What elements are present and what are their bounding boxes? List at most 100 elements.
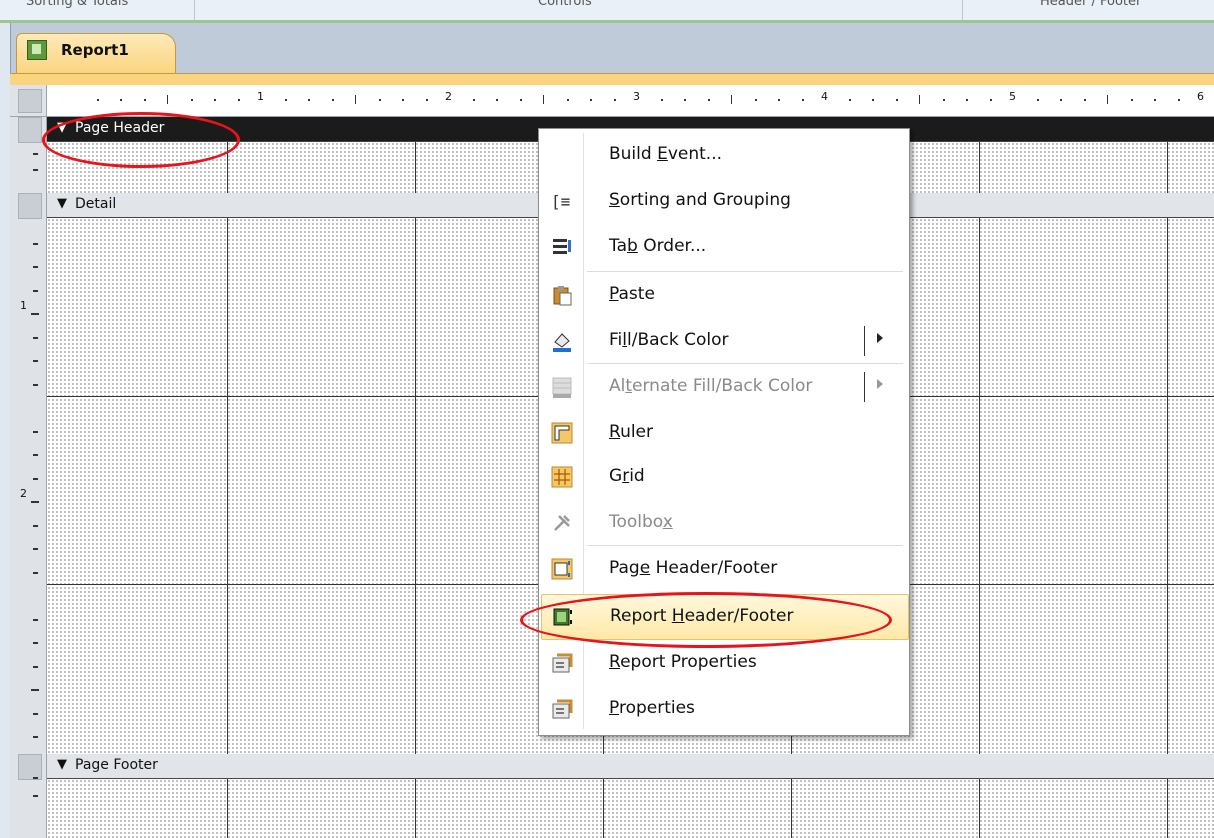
ruler-tick bbox=[402, 99, 404, 101]
ruler-tick bbox=[308, 99, 310, 101]
ribbon-separator bbox=[194, 0, 195, 20]
ruler-tick bbox=[237, 99, 240, 101]
ruler-tick bbox=[519, 99, 522, 101]
ruler-tick bbox=[33, 795, 38, 797]
vertical-ruler[interactable]: 12 bbox=[10, 117, 47, 838]
menu-item-properties[interactable]: Properties bbox=[541, 687, 907, 731]
menu-item-label: Sorting and Grouping bbox=[609, 190, 791, 210]
alternate-fill-icon bbox=[551, 376, 573, 398]
menu-item-label: Grid bbox=[609, 466, 645, 486]
ruler-half-tick bbox=[1107, 95, 1108, 104]
ruler-tick bbox=[214, 99, 216, 101]
ruler-number: 1 bbox=[20, 299, 27, 312]
ruler-tick bbox=[33, 360, 38, 362]
section-selector-detail[interactable] bbox=[18, 193, 42, 219]
menu-item-sorting-and-grouping[interactable]: [≡ Sorting and Grouping bbox=[541, 179, 907, 223]
ruler-number: 3 bbox=[633, 90, 640, 103]
ruler-tick bbox=[848, 99, 851, 101]
ruler-tick bbox=[1154, 99, 1156, 101]
menu-item-label: Toolbox bbox=[609, 512, 673, 532]
ruler-tick bbox=[33, 571, 38, 574]
collapse-arrow-icon: ▼ bbox=[57, 196, 67, 211]
report-selector-box[interactable] bbox=[18, 89, 42, 113]
tab-report1[interactable]: Report1 bbox=[16, 33, 176, 74]
menu-item-label: Paste bbox=[609, 284, 655, 304]
ruler-tick bbox=[496, 99, 498, 101]
section-selector-page-footer[interactable] bbox=[18, 754, 42, 780]
menu-separator bbox=[587, 363, 903, 364]
ruler-tick bbox=[33, 430, 38, 433]
menu-item-paste[interactable]: Paste bbox=[541, 273, 907, 317]
ruler-half-tick bbox=[31, 501, 39, 503]
ruler-tick bbox=[778, 99, 780, 101]
ruler-number: 5 bbox=[1009, 90, 1016, 103]
ruler-tick bbox=[33, 665, 38, 668]
ribbon-group-controls: Controls bbox=[538, 0, 592, 9]
ruler-tick bbox=[872, 99, 874, 101]
menu-item-label: Properties bbox=[609, 698, 695, 718]
ruler-number: 2 bbox=[445, 90, 452, 103]
annotation-ring-report-header-footer bbox=[520, 592, 892, 648]
fill-color-icon bbox=[551, 330, 573, 352]
ruler-half-tick bbox=[355, 95, 356, 104]
menu-item-grid[interactable]: Grid bbox=[541, 455, 907, 499]
section-selector-page-header[interactable] bbox=[18, 117, 42, 143]
submenu-divider bbox=[864, 326, 865, 356]
ruler-half-tick bbox=[31, 689, 39, 691]
menu-item-label: Alternate Fill/Back Color bbox=[609, 376, 813, 396]
report-icon bbox=[27, 40, 47, 60]
submenu-arrow-icon[interactable] bbox=[877, 333, 883, 343]
grid-icon bbox=[551, 466, 573, 488]
ruler-tick bbox=[33, 169, 38, 171]
ruler-number: 6 bbox=[1197, 90, 1204, 103]
ruler-tick bbox=[33, 736, 38, 738]
paste-icon bbox=[551, 284, 573, 306]
menu-item-fill-back-color[interactable]: Fill/Back Color bbox=[541, 319, 907, 363]
collapse-arrow-icon: ▼ bbox=[57, 757, 67, 772]
report-selector[interactable] bbox=[10, 85, 47, 117]
ruler-tick bbox=[895, 99, 898, 101]
annotation-ring-page-header bbox=[42, 112, 240, 168]
sorting-grouping-icon: [≡ bbox=[551, 190, 573, 212]
ruler-tick bbox=[331, 99, 334, 101]
ruler-icon bbox=[551, 422, 573, 444]
ruler-tick bbox=[143, 99, 146, 101]
ruler-tick bbox=[989, 99, 992, 101]
menu-item-tab-order[interactable]: Tab Order... bbox=[541, 225, 907, 269]
menu-item-toolbox: Toolbox bbox=[541, 501, 907, 545]
ruler-tick bbox=[966, 99, 968, 101]
section-bar-page-footer[interactable]: ▼ Page Footer bbox=[47, 754, 1214, 779]
ruler-tick bbox=[33, 524, 38, 527]
ruler-tick bbox=[33, 266, 38, 268]
ruler-tick bbox=[190, 99, 193, 101]
page-footer-grid[interactable] bbox=[47, 779, 1214, 838]
ruler-tick bbox=[684, 99, 686, 101]
menu-item-label: Page Header/Footer bbox=[609, 558, 778, 578]
ribbon-separator bbox=[962, 0, 963, 20]
ruler-tick bbox=[707, 99, 710, 101]
ruler-tick bbox=[33, 153, 38, 155]
ruler-tick bbox=[33, 777, 38, 779]
ruler-tick bbox=[33, 618, 38, 621]
ruler-half-tick bbox=[731, 95, 732, 104]
ruler-tick bbox=[1060, 99, 1062, 101]
horizontal-ruler[interactable]: 1 2 3 4 5 6 bbox=[47, 85, 1214, 117]
section-label: Page Footer bbox=[75, 757, 158, 773]
menu-item-build-event[interactable]: Build Event... bbox=[541, 133, 907, 177]
menu-item-label: Ruler bbox=[609, 422, 654, 442]
menu-item-page-header-footer[interactable]: Page Header/Footer bbox=[541, 547, 907, 591]
ruler-tick bbox=[33, 336, 38, 339]
ruler-tick bbox=[33, 477, 38, 480]
submenu-arrow-icon bbox=[877, 379, 883, 389]
submenu-divider bbox=[864, 372, 865, 402]
menu-item-label: Tab Order... bbox=[609, 236, 707, 256]
ruler-tick bbox=[33, 642, 38, 644]
menu-item-label: Fill/Back Color bbox=[609, 330, 729, 350]
toolbox-icon bbox=[551, 512, 573, 534]
ruler-tick bbox=[1083, 99, 1086, 101]
ruler-tick bbox=[754, 99, 757, 101]
menu-item-ruler[interactable]: Ruler bbox=[541, 411, 907, 455]
ruler-tick bbox=[425, 99, 428, 101]
ruler-tick bbox=[33, 712, 38, 715]
ruler-tick bbox=[660, 99, 663, 101]
